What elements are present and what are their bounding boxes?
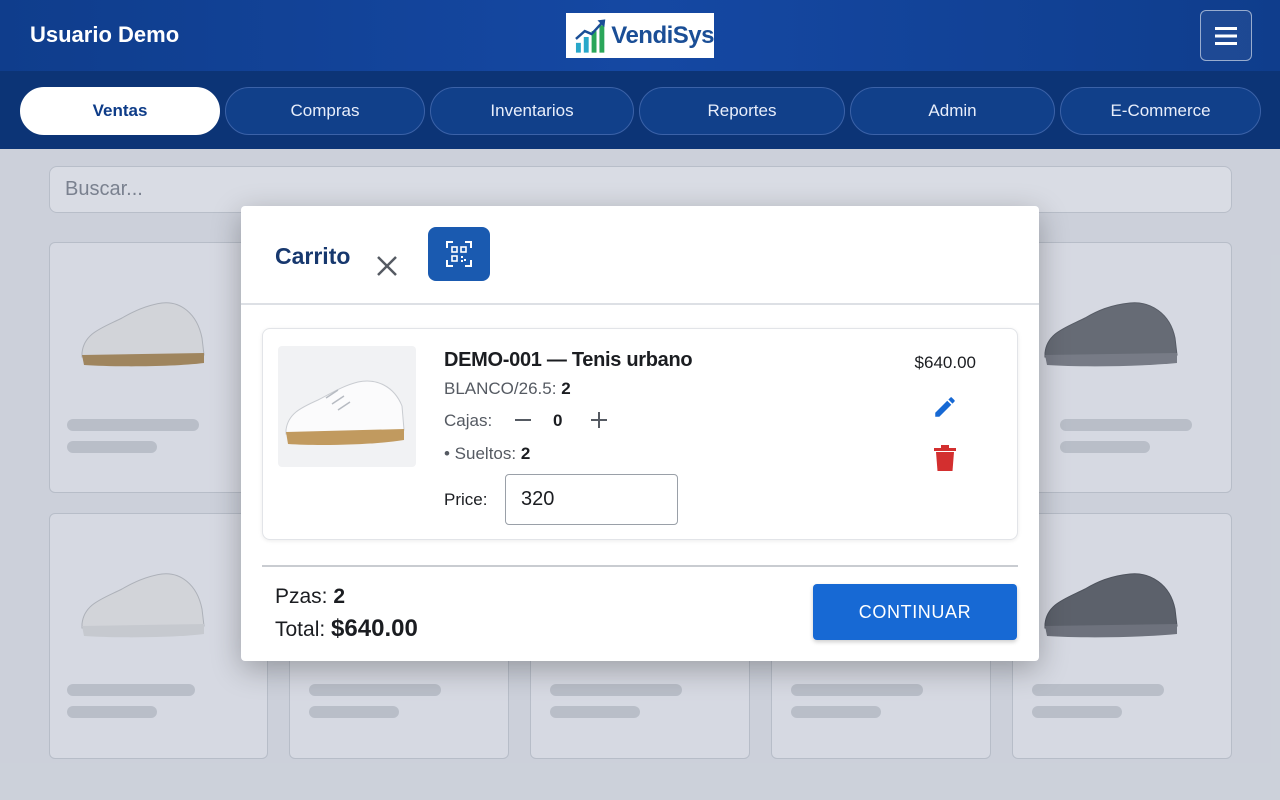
plus-icon (591, 412, 607, 428)
hamburger-menu-icon (1215, 26, 1237, 45)
trash-icon (934, 445, 956, 471)
tab-inventarios[interactable]: Inventarios (430, 87, 634, 135)
cart-item: DEMO-001 — Tenis urbano BLANCO/26.5: 2 C… (262, 328, 1018, 540)
continue-button[interactable]: CONTINUAR (813, 584, 1017, 640)
menu-button[interactable] (1200, 10, 1252, 61)
total-value: $640.00 (331, 615, 418, 642)
tab-admin[interactable]: Admin (850, 87, 1055, 135)
main-nav: Ventas Compras Inventarios Reportes Admi… (0, 71, 1280, 149)
logo-chart-icon (575, 18, 606, 53)
top-header: Usuario Demo VendiSys (0, 0, 1280, 71)
minus-icon (515, 419, 531, 421)
header-divider (241, 303, 1039, 305)
cart-dialog: Carrito DEMO-001 — Tenis urbano BLANCO/2… (241, 206, 1039, 661)
price-label: Price: (444, 490, 488, 509)
qr-scan-icon (446, 241, 472, 267)
tab-compras[interactable]: Compras (225, 87, 425, 135)
tab-ventas[interactable]: Ventas (20, 87, 220, 135)
cajas-decrement-button[interactable] (511, 408, 535, 432)
app-logo: VendiSys (566, 13, 714, 58)
cajas-label: Cajas: (444, 411, 493, 430)
sueltos-value: 2 (520, 444, 531, 463)
scan-qr-button[interactable] (428, 227, 490, 281)
edit-item-button[interactable] (930, 392, 960, 422)
close-icon (377, 256, 397, 276)
pieces-count: Pzas: 2 (275, 585, 345, 609)
cajas-value: 0 (553, 411, 563, 430)
sneaker-image (285, 380, 405, 445)
price-input[interactable] (505, 474, 678, 525)
cart-total: Total: $640.00 (275, 615, 418, 643)
item-title: DEMO-001 — Tenis urbano (444, 349, 693, 371)
pzas-value: 2 (333, 585, 346, 608)
item-subtotal: $640.00 (914, 353, 976, 372)
logo-text: VendiSys (611, 21, 714, 49)
footer-divider (262, 565, 1018, 567)
close-button[interactable] (373, 252, 401, 280)
dialog-title: Carrito (275, 243, 351, 269)
pencil-icon (935, 397, 955, 417)
tab-ecommerce[interactable]: E-Commerce (1060, 87, 1261, 135)
variant-label: BLANCO/26.5: (444, 379, 557, 398)
total-label: Total: (275, 618, 326, 641)
variant-qty: 2 (561, 379, 571, 398)
pzas-label: Pzas: (275, 585, 328, 608)
delete-item-button[interactable] (932, 443, 958, 473)
item-image (278, 346, 416, 467)
user-name: Usuario Demo (30, 22, 180, 47)
sueltos-line: • Sueltos: 2 (444, 444, 530, 464)
tab-reportes[interactable]: Reportes (639, 87, 845, 135)
item-variant: BLANCO/26.5: 2 (444, 379, 571, 399)
sueltos-label: • Sueltos: (444, 444, 517, 463)
cajas-increment-button[interactable] (587, 408, 611, 432)
